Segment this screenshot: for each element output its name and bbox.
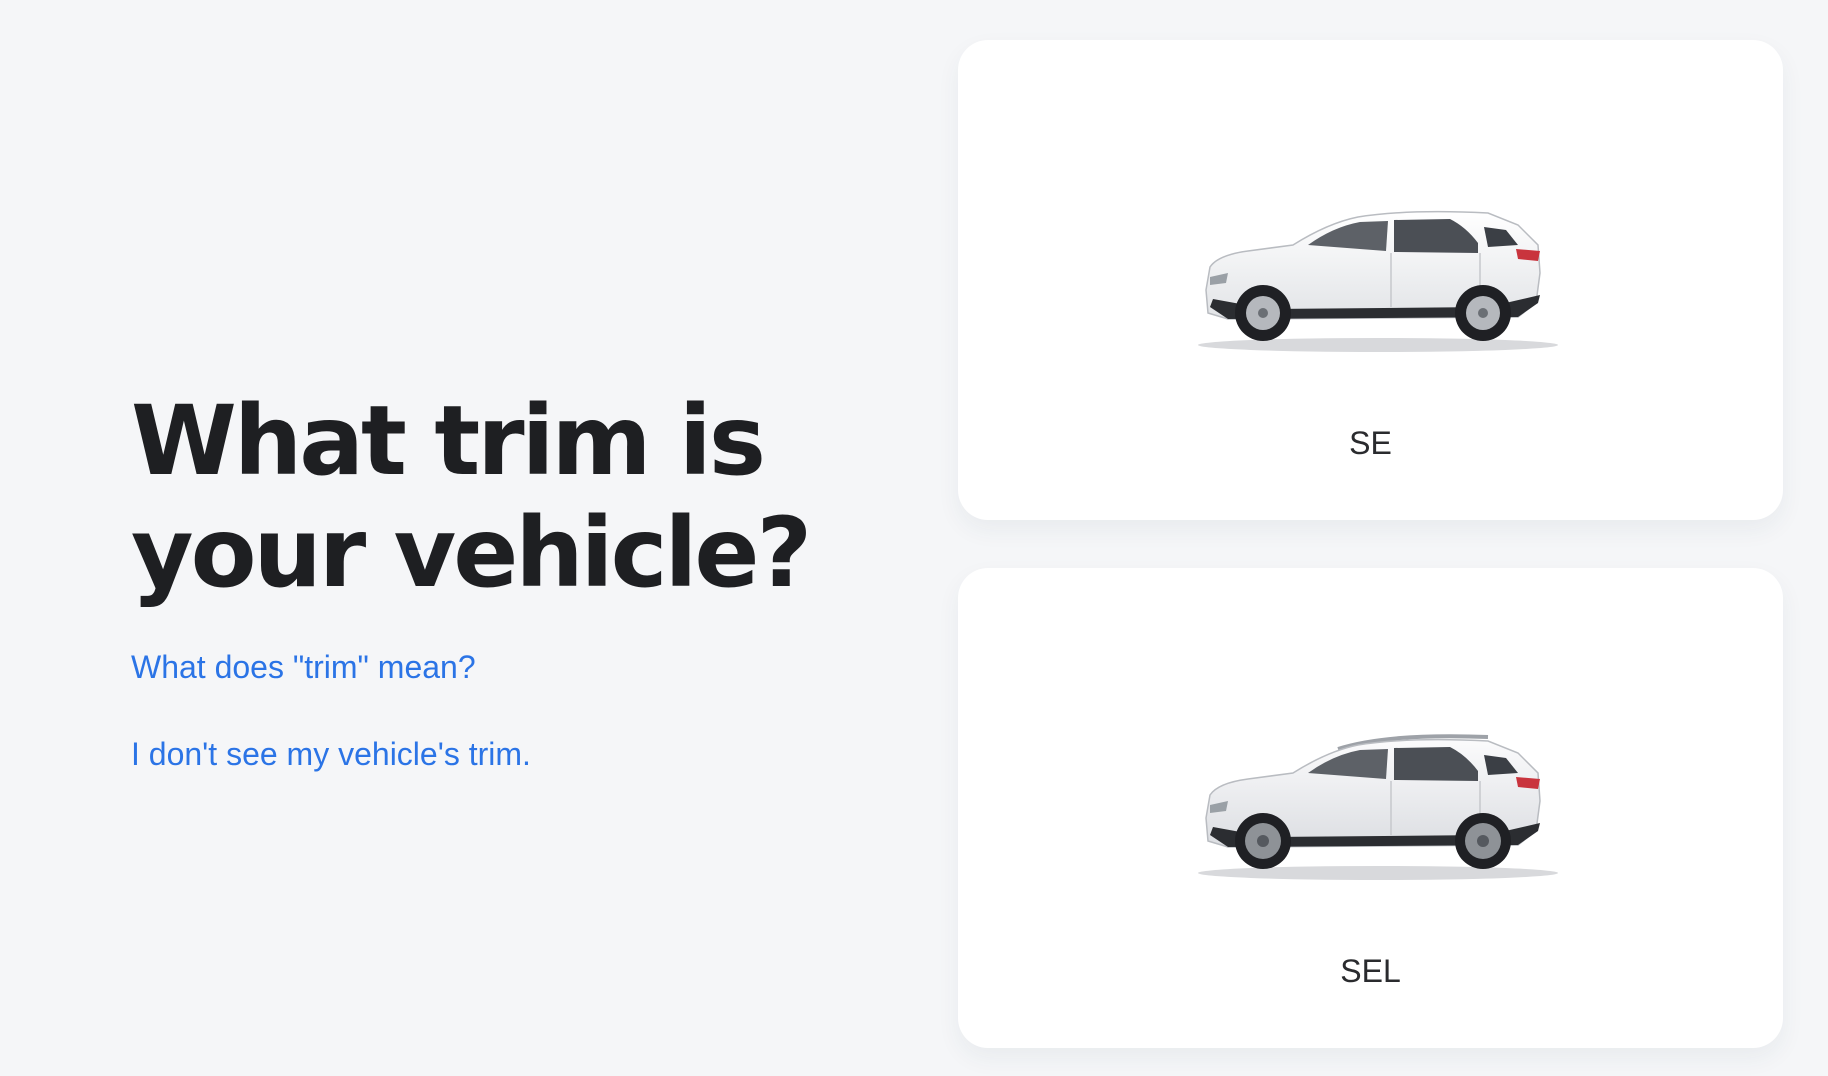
trim-option-se[interactable]: SE xyxy=(958,40,1783,520)
missing-trim-link[interactable]: I don't see my vehicle's trim. xyxy=(131,736,951,773)
what-is-trim-link[interactable]: What does "trim" mean? xyxy=(131,649,951,686)
suv-image xyxy=(1198,734,1558,880)
page-title: What trim is your vehicle? xyxy=(131,385,812,609)
trim-label: SE xyxy=(1349,425,1392,461)
trim-label: SEL xyxy=(1340,953,1401,989)
question-panel: What trim is your vehicle? What does "tr… xyxy=(131,385,951,773)
suv-image xyxy=(1198,210,1558,352)
trim-option-sel[interactable]: SEL xyxy=(958,568,1783,1048)
